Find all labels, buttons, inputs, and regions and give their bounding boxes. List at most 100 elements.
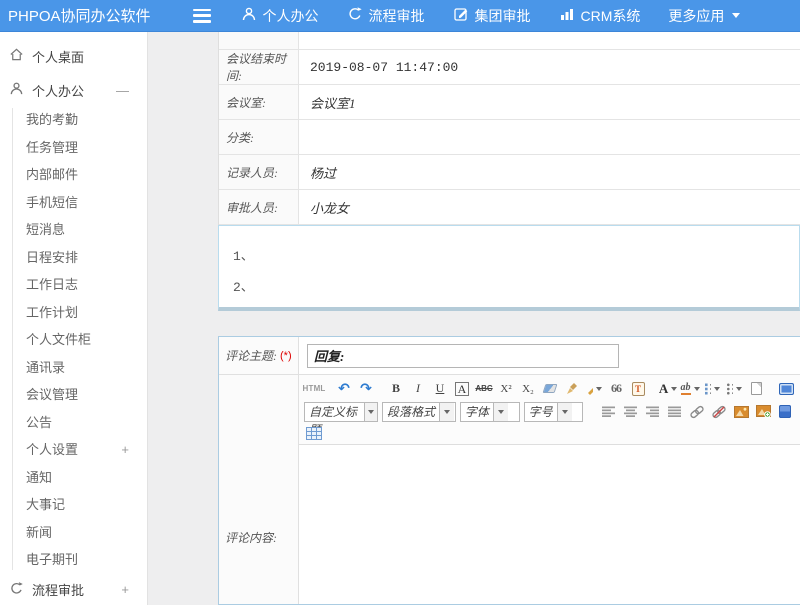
sidebar-item-schedule[interactable]: 日程安排 xyxy=(0,244,147,272)
heading-select[interactable]: 自定义标题 xyxy=(304,402,378,422)
cycle-icon xyxy=(9,581,24,599)
unlink-icon[interactable] xyxy=(709,402,729,421)
sidebar-item-work-log[interactable]: 工作日志 xyxy=(0,271,147,299)
nav-workflow-approval[interactable]: 流程审批 xyxy=(347,6,425,26)
collapse-minus-icon[interactable]: — xyxy=(116,83,129,98)
editor-toolbar: HTML ↶ ↷ B I U A ABC X² X₂ 66 T xyxy=(299,375,800,445)
dropdown-caret-icon xyxy=(694,387,700,391)
paragraph-format-select[interactable]: 段落格式 xyxy=(382,402,456,422)
insert-media-icon[interactable] xyxy=(775,402,795,421)
sidebar-item-news[interactable]: 新闻 xyxy=(0,519,147,547)
toolbar-row-3 xyxy=(303,423,796,443)
hamburger-menu-icon[interactable] xyxy=(193,9,211,23)
align-right-icon[interactable] xyxy=(643,402,663,421)
boxed-a-button[interactable]: A xyxy=(452,379,472,398)
sidebar-item-announcement[interactable]: 公告 xyxy=(0,409,147,437)
sidebar-item-workflow-approval[interactable]: 流程审批 + xyxy=(0,574,147,605)
redo-icon[interactable]: ↷ xyxy=(356,379,376,398)
dropdown-button[interactable] xyxy=(439,403,454,421)
undo-icon[interactable]: ↶ xyxy=(334,379,354,398)
insert-image-icon[interactable] xyxy=(731,402,751,421)
align-center-icon[interactable] xyxy=(621,402,641,421)
comment-subject-row: 评论主题: (*) xyxy=(219,337,800,375)
font-family-select[interactable]: 字体 xyxy=(460,402,520,422)
dropdown-caret-icon xyxy=(444,410,450,414)
editor-content-area[interactable] xyxy=(299,445,800,604)
superscript-button[interactable]: X² xyxy=(496,379,516,398)
sidebar-item-my-attendance[interactable]: 我的考勤 xyxy=(0,106,147,134)
insert-link-icon[interactable] xyxy=(687,402,707,421)
home-icon xyxy=(9,47,24,65)
clear-format-broom-icon[interactable] xyxy=(562,379,582,398)
subscript-button[interactable]: X₂ xyxy=(518,379,538,398)
unordered-list-icon[interactable] xyxy=(724,379,744,398)
align-left-icon[interactable] xyxy=(599,402,619,421)
sidebar-item-internal-mail[interactable]: 内部邮件 xyxy=(0,161,147,189)
minutes-line: 1、 xyxy=(233,241,799,272)
dropdown-caret-icon xyxy=(714,387,720,391)
insert-table-icon[interactable] xyxy=(304,424,324,443)
upload-image-icon[interactable] xyxy=(753,402,773,421)
field-value: 2019-08-07 11:47:00 xyxy=(299,50,800,84)
paste-as-text-icon[interactable]: T xyxy=(628,379,648,398)
highlight-button[interactable]: ab xyxy=(680,379,700,398)
paste-t-glyph: T xyxy=(632,382,645,396)
html-source-button[interactable]: HTML xyxy=(304,379,324,398)
sidebar-item-major-events[interactable]: 大事记 xyxy=(0,491,147,519)
nav-label: 更多应用 xyxy=(668,6,724,26)
table-row-meeting-room: 会议室: 会议室1 xyxy=(219,85,800,120)
dropdown-button[interactable] xyxy=(364,403,377,421)
new-page-icon[interactable] xyxy=(746,379,766,398)
table-row-approver: 审批人员: 小龙女 xyxy=(219,190,800,225)
dropdown-button[interactable] xyxy=(557,403,572,421)
font-size-select[interactable]: 字号 xyxy=(524,402,584,422)
italic-button[interactable]: I xyxy=(408,379,428,398)
sidebar-item-personal-settings[interactable]: 个人设置 + xyxy=(0,436,147,464)
sidebar-item-contacts[interactable]: 通讯录 xyxy=(0,354,147,382)
nav-more-apps[interactable]: 更多应用 xyxy=(668,6,740,26)
ordered-list-icon[interactable] xyxy=(702,379,722,398)
dropdown-button[interactable] xyxy=(493,403,508,421)
field-value xyxy=(299,120,800,154)
bold-button[interactable]: B xyxy=(386,379,406,398)
sidebar-item-label: 电子期刊 xyxy=(26,546,78,574)
dropdown-caret-icon xyxy=(736,387,742,391)
blockquote-button[interactable]: 66 xyxy=(606,379,626,398)
expand-plus-icon[interactable]: + xyxy=(121,582,129,597)
sidebar-item-label: 个人设置 xyxy=(26,436,78,464)
sidebar-item-short-message[interactable]: 短消息 xyxy=(0,216,147,244)
eraser-icon[interactable] xyxy=(540,379,560,398)
field-label: 评论内容: xyxy=(225,529,277,546)
required-mark: (*) xyxy=(280,350,292,362)
nav-crm-system[interactable]: CRM系统 xyxy=(559,6,641,26)
comment-subject-input[interactable] xyxy=(307,344,619,368)
font-color-button[interactable]: A xyxy=(658,379,678,398)
sidebar-item-label: 我的考勤 xyxy=(26,106,78,134)
sidebar-item-sms[interactable]: 手机短信 xyxy=(0,189,147,217)
dropdown-caret-icon xyxy=(671,387,677,391)
sidebar-item-notice[interactable]: 通知 xyxy=(0,464,147,492)
sidebar-item-task-management[interactable]: 任务管理 xyxy=(0,134,147,162)
sidebar-item-e-journal[interactable]: 电子期刊 xyxy=(0,546,147,574)
sidebar-item-personal-files[interactable]: 个人文件柜 xyxy=(0,326,147,354)
format-painter-icon[interactable] xyxy=(584,379,604,398)
fullscreen-icon[interactable] xyxy=(776,379,796,398)
sidebar-item-label: 任务管理 xyxy=(26,134,78,162)
field-value xyxy=(299,32,800,49)
expand-plus-icon[interactable]: + xyxy=(121,436,129,464)
field-label: 分类: xyxy=(219,120,299,154)
nav-personal-office[interactable]: 个人办公 xyxy=(241,6,319,26)
nav-group-approval[interactable]: 集团审批 xyxy=(453,6,531,26)
underline-button[interactable]: U xyxy=(430,379,450,398)
align-justify-icon[interactable] xyxy=(665,402,685,421)
strikethrough-button[interactable]: ABC xyxy=(474,379,494,398)
field-label: 会议室: xyxy=(219,85,299,119)
sidebar-item-work-plan[interactable]: 工作计划 xyxy=(0,299,147,327)
select-value: 自定义标题 xyxy=(305,403,364,421)
sidebar-item-label: 会议管理 xyxy=(26,381,78,409)
toolbar-row-1: HTML ↶ ↷ B I U A ABC X² X₂ 66 T xyxy=(303,377,796,400)
meeting-minutes-box: 1、 2、 xyxy=(218,225,800,311)
sidebar-item-meeting-management[interactable]: 会议管理 xyxy=(0,381,147,409)
sidebar-item-personal-office[interactable]: 个人办公 — xyxy=(0,74,147,106)
sidebar-item-desktop[interactable]: 个人桌面 xyxy=(0,38,147,74)
